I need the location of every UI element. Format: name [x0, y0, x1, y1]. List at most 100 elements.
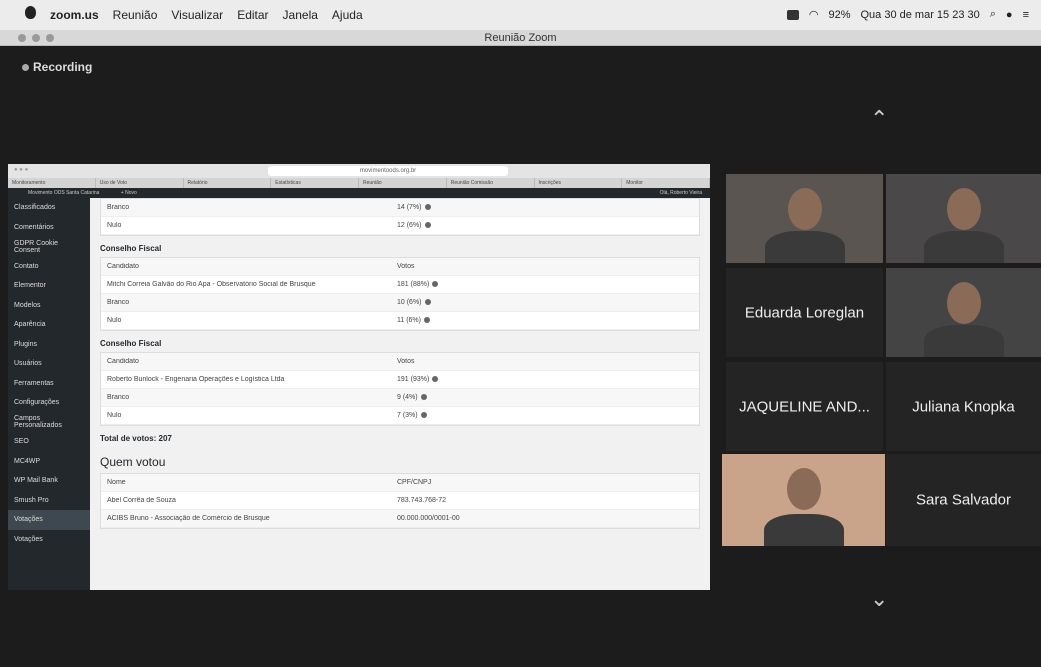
wp-menu-item[interactable]: Usuários	[8, 354, 90, 374]
browser-tab[interactable]: Monitoramento	[8, 178, 96, 188]
body-image	[923, 325, 1004, 357]
info-icon[interactable]	[432, 281, 439, 288]
chevron-down-icon[interactable]: ⌄	[870, 586, 888, 612]
participant-tile[interactable]	[886, 268, 1041, 357]
battery-label[interactable]: 92%	[828, 9, 850, 21]
quem-votou-title: Quem votou	[100, 455, 166, 469]
wp-menu-item[interactable]: SEO	[8, 432, 90, 452]
info-icon[interactable]	[424, 317, 430, 324]
wp-menu-item[interactable]: Classificados	[8, 198, 90, 218]
participant-name: JAQUELINE AND...	[739, 398, 870, 415]
cell-name: Nulo	[107, 317, 122, 324]
info-icon[interactable]	[420, 412, 427, 419]
participant-video	[886, 174, 1041, 263]
participant-tile[interactable]: JAQUELINE AND...	[726, 362, 883, 451]
wp-menu-item[interactable]: Contato	[8, 257, 90, 277]
participant-tile[interactable]	[726, 174, 883, 263]
cell-value: 7 (3%)	[391, 412, 699, 419]
info-icon[interactable]	[420, 394, 427, 401]
control-center-icon[interactable]: ≡	[1023, 9, 1029, 21]
info-icon[interactable]	[432, 376, 439, 383]
chevron-up-icon[interactable]: ⌃	[870, 106, 888, 132]
participant-tile[interactable]	[722, 454, 885, 546]
wp-menu-item[interactable]: Modelos	[8, 296, 90, 316]
browser-tab[interactable]: Estatísticas	[271, 178, 359, 188]
cell-value: 11 (6%)	[391, 317, 699, 324]
recording-indicator: Recording	[22, 60, 92, 74]
header-candidato: Candidato	[107, 358, 139, 365]
menu-reuniao[interactable]: Reunião	[113, 8, 158, 22]
wp-menu-item[interactable]: Plugins	[8, 335, 90, 355]
cell-value: 14 (7%)	[391, 204, 699, 211]
zoom-status-icon[interactable]	[786, 9, 799, 20]
menu-app[interactable]: zoom.us	[50, 8, 99, 22]
wp-site-name[interactable]: Movimento ODS Santa Catarina	[28, 190, 99, 196]
window-controls-icon[interactable]: ● ● ●	[14, 167, 28, 173]
wp-menu-item[interactable]: Comentários	[8, 218, 90, 238]
wp-menu-item[interactable]: MC4WP	[8, 452, 90, 472]
wp-menu-item[interactable]: GDPR Cookie Consent	[8, 237, 90, 257]
search-icon[interactable]: ⌕	[990, 8, 996, 21]
clock[interactable]: Qua 30 de mar 15 23 30	[861, 9, 980, 21]
cell-value-text: 10 (6%)	[397, 299, 422, 306]
wp-content: Branco 14 (7%) Nulo 12 (6%) Conselho Fiscal…	[90, 198, 710, 590]
table-row: Branco 10 (6%)	[101, 294, 699, 312]
browser-tab[interactable]: Uso de Voto	[96, 178, 184, 188]
wp-menu-item[interactable]: Aparência	[8, 315, 90, 335]
wp-menu-item[interactable]: Ferramentas	[8, 374, 90, 394]
participant-tile[interactable]: Sara Salvador	[886, 454, 1041, 546]
table-row: Branco 14 (7%)	[101, 199, 699, 217]
table-row: Nulo 11 (6%)	[101, 312, 699, 330]
wp-menu-item[interactable]: Configurações	[8, 393, 90, 413]
cell-value: 10 (6%)	[391, 299, 699, 306]
cell-value: 9 (4%)	[391, 394, 699, 401]
header-votos: Votos	[397, 263, 415, 270]
browser-tab[interactable]: Relatório	[184, 178, 272, 188]
zoom-meeting-area: Recording ⌃ ⌄ ● ● ● movimentoods.org.br …	[0, 46, 1041, 667]
menu-editar[interactable]: Editar	[237, 8, 268, 22]
participant-tile[interactable]	[886, 174, 1041, 263]
cell-value-text: 12 (6%)	[397, 222, 422, 229]
cell-value-text: 9 (4%)	[397, 394, 418, 401]
wp-menu-item[interactable]: Elementor	[8, 276, 90, 296]
info-icon[interactable]	[424, 204, 431, 211]
wp-new-button[interactable]: + Novo	[121, 190, 137, 196]
apple-icon[interactable]	[25, 6, 36, 19]
wp-menu-item[interactable]: Campos Personalizados	[8, 413, 90, 433]
window-titlebar: Reunião Zoom	[0, 30, 1041, 46]
wp-menu-item[interactable]: Votações	[8, 530, 90, 550]
wp-menu-item[interactable]: Smush Pro	[8, 491, 90, 511]
menu-janela[interactable]: Janela	[283, 8, 318, 22]
info-icon[interactable]	[424, 222, 431, 229]
table-row: Branco 9 (4%)	[101, 389, 699, 407]
top-table: Branco 14 (7%) Nulo 12 (6%)	[100, 198, 700, 236]
menu-ajuda[interactable]: Ajuda	[332, 8, 363, 22]
wp-menu-item[interactable]: WP Mail Bank	[8, 471, 90, 491]
cell-name: Mitchi Correia Galvão do Rio Apa - Obser…	[107, 281, 316, 288]
cell-value-text: 11 (6%)	[397, 317, 421, 324]
header-candidato: Candidato	[107, 263, 139, 270]
browser-tab[interactable]: Monitor	[622, 178, 710, 188]
participant-name: Eduarda Loreglan	[744, 304, 865, 321]
cell-value: 191 (93%)	[391, 376, 699, 383]
participant-tile[interactable]: Eduarda Loreglan	[726, 268, 883, 357]
browser-tab[interactable]: Inscrições	[535, 178, 623, 188]
participant-video	[722, 454, 885, 546]
info-icon[interactable]	[424, 299, 431, 306]
wp-menu-item[interactable]: Votações	[8, 510, 90, 530]
close-button[interactable]	[18, 34, 26, 42]
minimize-button[interactable]	[32, 34, 40, 42]
wp-user[interactable]: Olá, Roberto Vieira	[660, 188, 702, 198]
browser-tab[interactable]: Reunião Comissão	[447, 178, 535, 188]
siri-icon[interactable]: ●	[1006, 9, 1013, 21]
browser-tab[interactable]: Reunião	[359, 178, 447, 188]
participant-tile[interactable]: Juliana Knopka	[886, 362, 1041, 451]
table-row: Mitchi Correia Galvão do Rio Apa - Obser…	[101, 276, 699, 294]
zoom-button[interactable]	[46, 34, 54, 42]
face-image	[946, 282, 981, 324]
menu-visualizar[interactable]: Visualizar	[171, 8, 223, 22]
cell-name: Nulo	[107, 222, 122, 229]
wifi-icon[interactable]: ◠	[809, 8, 819, 21]
header-cpf: CPF/CNPJ	[397, 479, 432, 486]
url-bar[interactable]: movimentoods.org.br	[268, 166, 508, 176]
